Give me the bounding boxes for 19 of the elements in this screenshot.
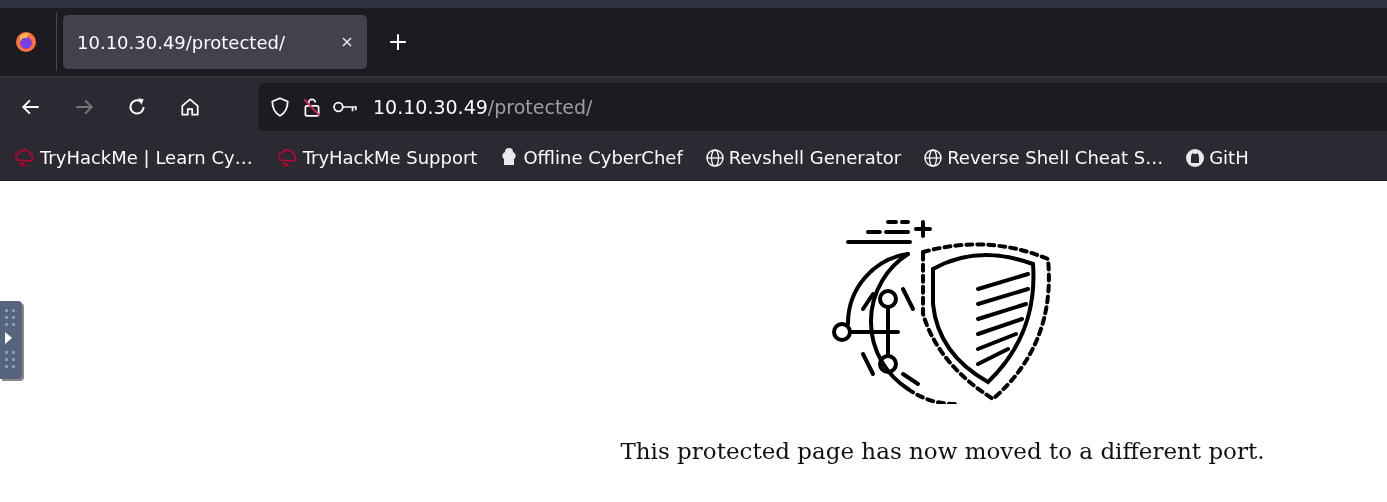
bookmark-item[interactable]: GitH xyxy=(1185,147,1249,168)
page-message: This protected page has now moved to a different port. xyxy=(620,438,1265,464)
browser-tab[interactable]: 10.10.30.49/protected/ xyxy=(63,15,367,69)
globe-icon xyxy=(923,147,944,168)
globe-icon xyxy=(704,147,725,168)
bookmark-item[interactable]: Revshell Generator xyxy=(704,147,902,168)
address-bar[interactable]: 10.10.30.49/protected/ xyxy=(259,82,1387,131)
close-icon[interactable] xyxy=(341,36,353,48)
sidebar-handle[interactable] xyxy=(0,301,22,379)
cloud-icon xyxy=(12,147,36,168)
shield-icon[interactable] xyxy=(269,95,291,118)
bookmark-item[interactable]: Offline CyberChef xyxy=(499,147,683,168)
lock-icon[interactable] xyxy=(301,95,323,118)
firefox-logo-icon[interactable] xyxy=(14,30,38,54)
bookmark-item[interactable]: Reverse Shell Cheat S… xyxy=(923,147,1164,168)
bookmark-item[interactable]: TryHackMe Support xyxy=(274,147,478,168)
bookmark-item[interactable]: TryHackMe | Learn Cy… xyxy=(12,147,253,168)
new-tab-icon[interactable] xyxy=(389,33,407,51)
url-text[interactable]: 10.10.30.49/protected/ xyxy=(373,95,593,118)
